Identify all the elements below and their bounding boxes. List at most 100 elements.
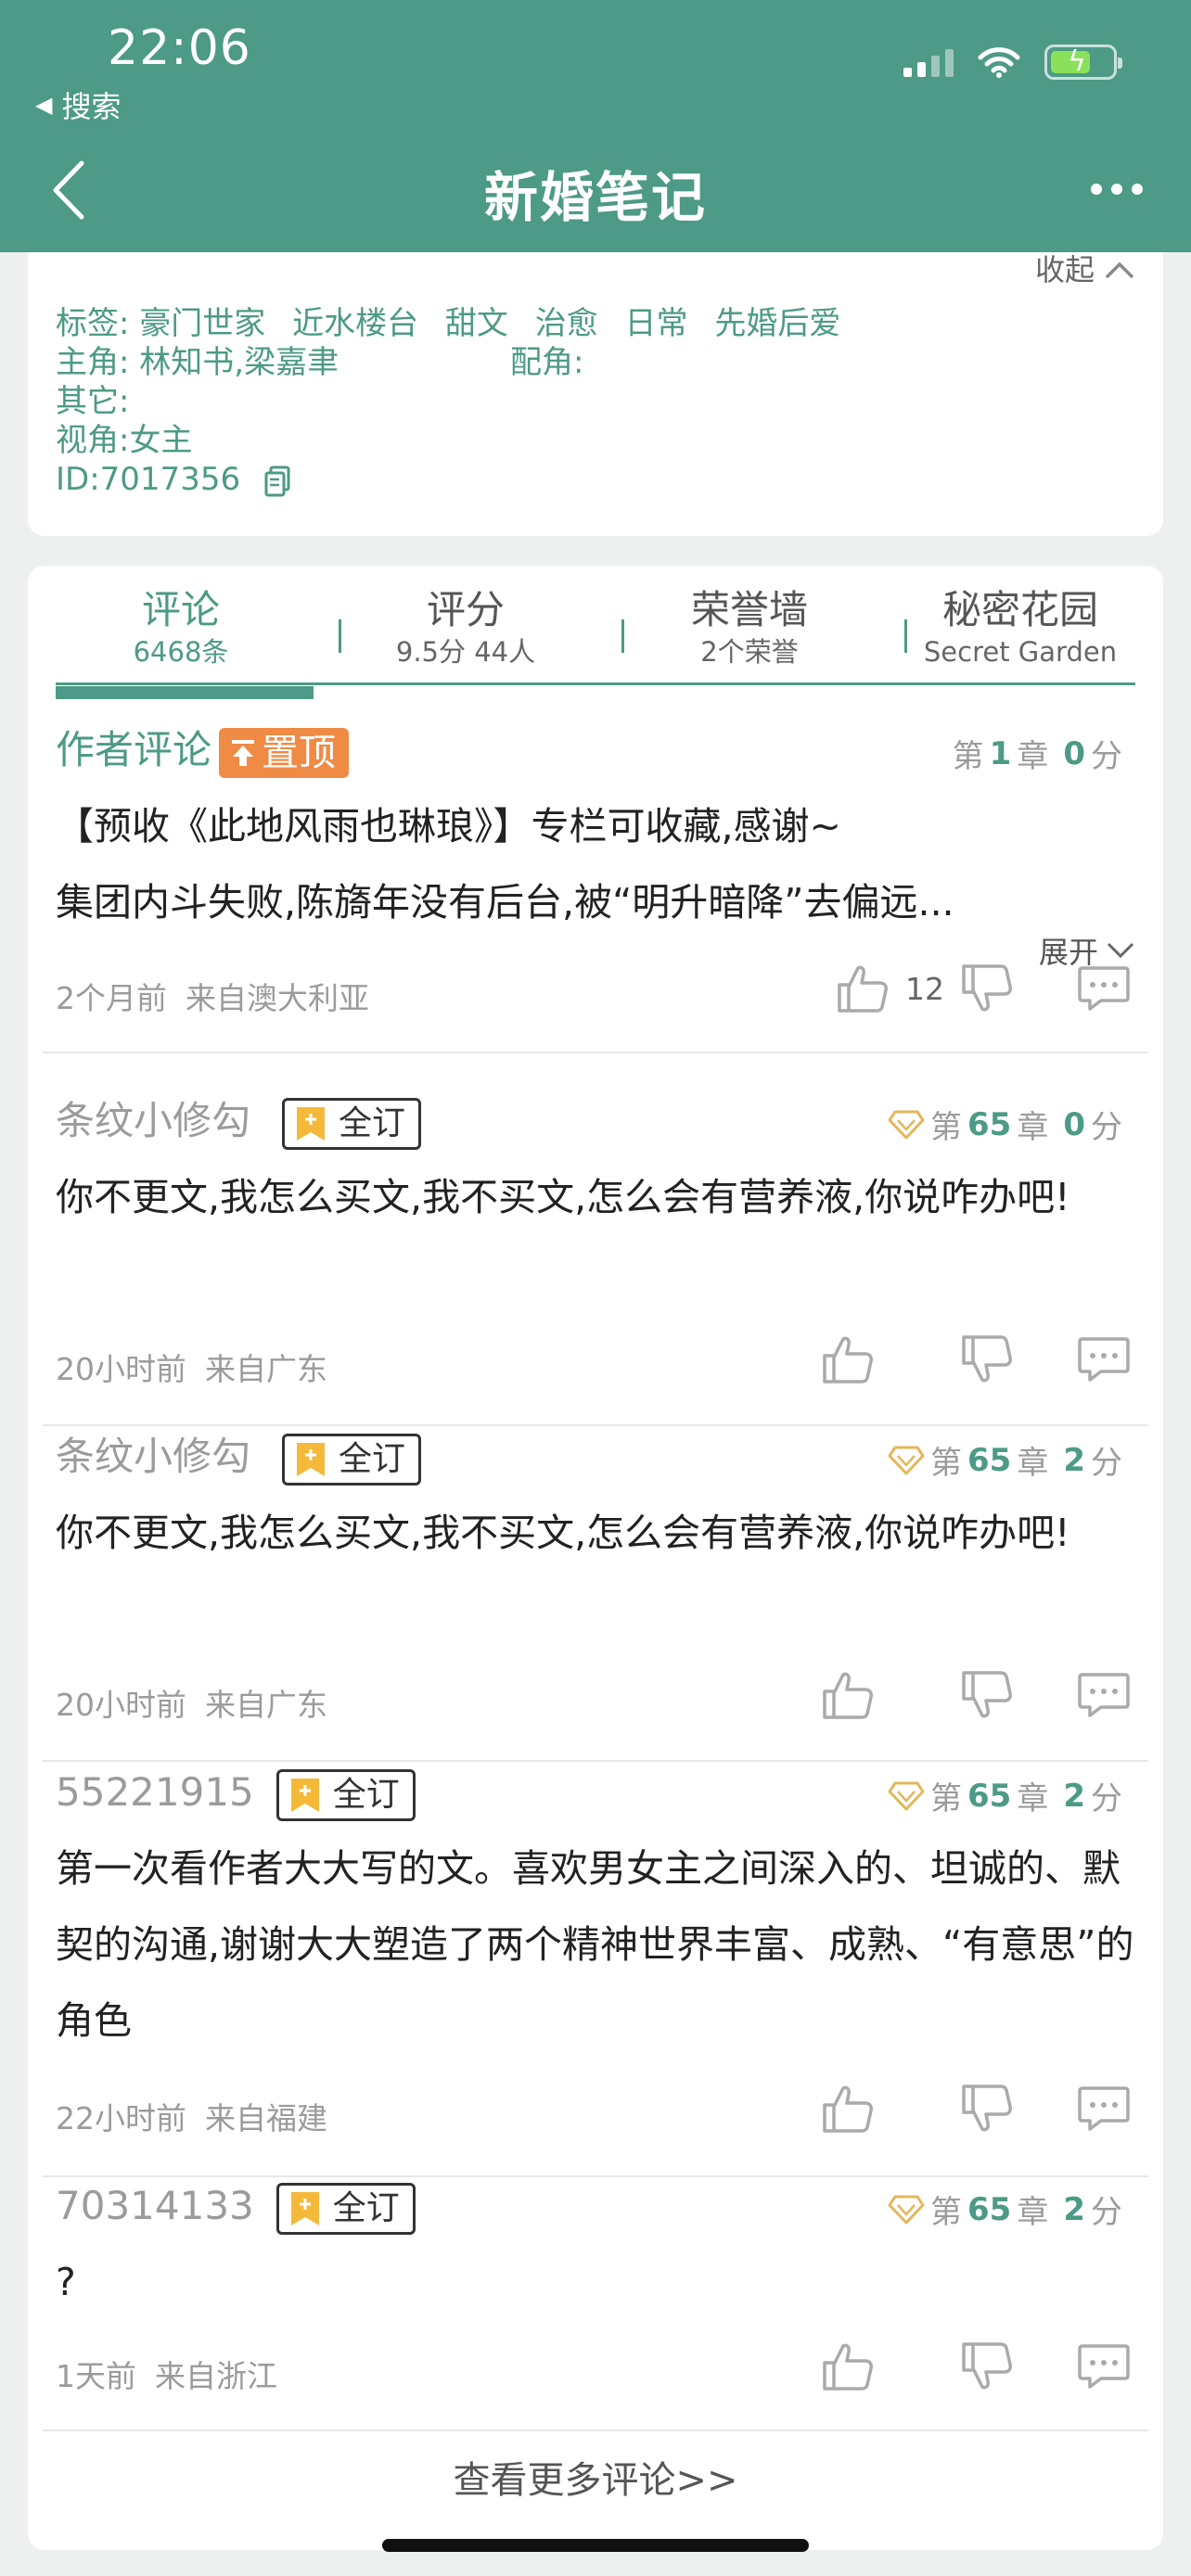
chapter-suffix: 章 [1017,1445,1049,1482]
collapse-button[interactable]: 收起 [1035,252,1135,287]
book-id: ID:7017356 [56,461,241,498]
cellular-signal-icon [903,47,954,77]
bookmark-plus-icon [290,2191,319,2225]
comment-username[interactable]: 70314133 [56,2183,254,2228]
reply-icon[interactable] [1072,957,1135,1020]
comment-divider [43,2429,1148,2431]
chapter-score: 第 65 章 2分 [888,2187,1122,2232]
author-comment[interactable]: 作者评论 置顶 第1章 0分 【预收《此地风雨也琳琅》】专栏可收藏,感谢~ 集团内… [43,723,1148,1057]
collapse-label: 收起 [1034,252,1095,287]
page-title: 新婚笔记 [483,166,707,229]
badge-label: 全订 [332,2188,400,2227]
tab-underline [56,682,1135,685]
like-icon[interactable] [816,2335,879,2398]
comment-username[interactable]: 条纹小修勾 [56,1434,250,1479]
pin-up-icon [232,739,255,766]
tab-comments[interactable]: 评论 6468条 [46,584,315,668]
dislike-icon[interactable] [955,1328,1018,1391]
comment-actions: 12 [831,957,1135,1020]
comment-user: 55221915 全订 [56,1766,416,1821]
comment-item[interactable]: 70314133 全订 第 65 章 2分 ? 1天前 来自浙江 [43,2179,1148,2439]
comment-item[interactable]: 55221915 全订 第 65 章 2分 第一次看作者大大写的文。喜欢男女主之间深入… [43,1766,1148,2179]
comment-divider [43,2175,1148,2177]
badge-label: 全订 [339,1103,406,1142]
comment-item[interactable]: 条纹小修勾 全订 第 65 章 0分 你不更文,我怎么买文,我不买文,怎么会有营养液,… [43,1094,1148,1428]
comment-text: 你不更文,我怎么买文,我不买文,怎么会有营养液,你说咋办吧! [56,1511,1070,1555]
tab-secret-garden[interactable]: 秘密花园 Secret Garden [886,584,1155,668]
tab-rating[interactable]: 评分 9.5分 44人 [331,584,600,668]
tab-honor-wall[interactable]: 荣誉墙 2个荣誉 [615,584,884,668]
comment-user: 作者评论 置顶 [56,723,350,778]
comment-user: 70314133 全订 [56,2179,416,2235]
score-number: 2 [1063,1441,1085,1479]
diamond-icon [888,1781,925,1810]
reply-icon[interactable] [1072,2335,1135,2398]
comment-time: 20小时前 [56,1687,186,1723]
comment-time: 2个月前 [56,980,167,1016]
active-tab-indicator [56,686,314,699]
comment-footer: 2个月前 来自澳大利亚 [56,974,388,1018]
reply-icon[interactable] [1072,2077,1135,2140]
lead-label: 主角: [56,344,130,381]
tab-honor-sub: 2个荣誉 [700,636,799,668]
score-unit: 分 [1091,738,1122,775]
diamond-icon [888,1446,925,1474]
status-time: 22:06 [108,20,251,76]
tags-row: 标签: 豪门世家 近水楼台 甜文 治愈 日常 先婚后爱 [56,304,857,343]
score-unit: 分 [1091,1445,1122,1482]
comment-item[interactable]: 条纹小修勾 全订 第 65 章 2分 你不更文,我怎么买文,我不买文,怎么会有营养液,… [43,1430,1148,1764]
copy-icon[interactable] [263,465,291,497]
tag[interactable]: 治愈 [535,305,598,342]
tag[interactable]: 豪门世家 [139,305,265,342]
comment-actions [816,1664,1135,1727]
like-icon[interactable] [816,2077,879,2140]
tab-bar: 评论 6468条 评分 9.5分 44人 荣誉墙 2个荣誉 秘密花园 Secre… [56,584,1135,686]
tag[interactable]: 先婚后爱 [714,305,840,342]
dislike-icon[interactable] [955,957,1018,1020]
chapter-number: 65 [967,1105,1012,1143]
comment-text: 第一次看作者大大写的文。喜欢男女主之间深入的、坦诚的、默契的沟通,谢谢大大塑造了… [56,1846,1134,2043]
tag[interactable]: 近水楼台 [292,305,418,342]
comment-user: 条纹小修勾 全订 [56,1094,422,1150]
full-subscription-badge: 全订 [275,2182,416,2235]
lead-row: 主角: 林知书,梁嘉聿 配角: [56,343,583,382]
reply-icon[interactable] [1072,1664,1135,1727]
comment-footer: 20小时前 来自广东 [56,1345,346,1389]
score-unit: 分 [1091,1109,1122,1146]
back-to-search-label: 搜索 [61,89,122,124]
tag[interactable]: 甜文 [445,305,508,342]
back-to-search[interactable]: ◀ 搜索 [35,83,121,126]
comment-location: 来自福建 [205,2100,327,2136]
comment-username[interactable]: 条纹小修勾 [56,1098,250,1143]
comment-username[interactable]: 55221915 [56,1769,254,1815]
author-label: 作者评论 [56,727,212,772]
like-icon[interactable] [831,957,894,1020]
more-menu-icon[interactable] [1091,184,1143,195]
pin-label: 置顶 [262,731,337,774]
tab-honor-label: 荣誉墙 [690,587,808,632]
status-icons: ϟ [903,45,1122,80]
score-number: 0 [1063,1105,1085,1143]
comment-text-line2: 集团内斗失败,陈旖年没有后台,被“明升暗降”去偏远... [56,880,954,925]
like-icon[interactable] [816,1328,879,1391]
comment-actions [816,1328,1135,1391]
chapter-suffix: 章 [1017,738,1049,775]
dislike-icon[interactable] [955,1664,1018,1727]
like-icon[interactable] [816,1664,879,1727]
comment-divider [43,1424,1148,1426]
chapter-score: 第1章 0分 [953,731,1122,776]
bookmark-plus-icon [297,1442,326,1476]
comment-text: ? [56,2260,76,2304]
score-number: 2 [1063,2190,1085,2228]
tab-rating-sub: 9.5分 44人 [395,636,536,668]
tag[interactable]: 日常 [625,305,688,342]
dislike-icon[interactable] [955,2077,1018,2140]
full-subscription-badge: 全订 [275,1768,416,1821]
comment-text: 你不更文,我怎么买文,我不买文,怎么会有营养液,你说咋办吧! [56,1175,1070,1219]
view-more-comments-link[interactable]: 查看更多评论>> [28,2450,1163,2504]
tab-secret-label: 秘密花园 [941,587,1098,632]
lead-value: 林知书,梁嘉聿 [139,344,339,381]
reply-icon[interactable] [1072,1328,1135,1391]
chapter-suffix: 章 [1017,1109,1049,1146]
dislike-icon[interactable] [955,2335,1018,2398]
